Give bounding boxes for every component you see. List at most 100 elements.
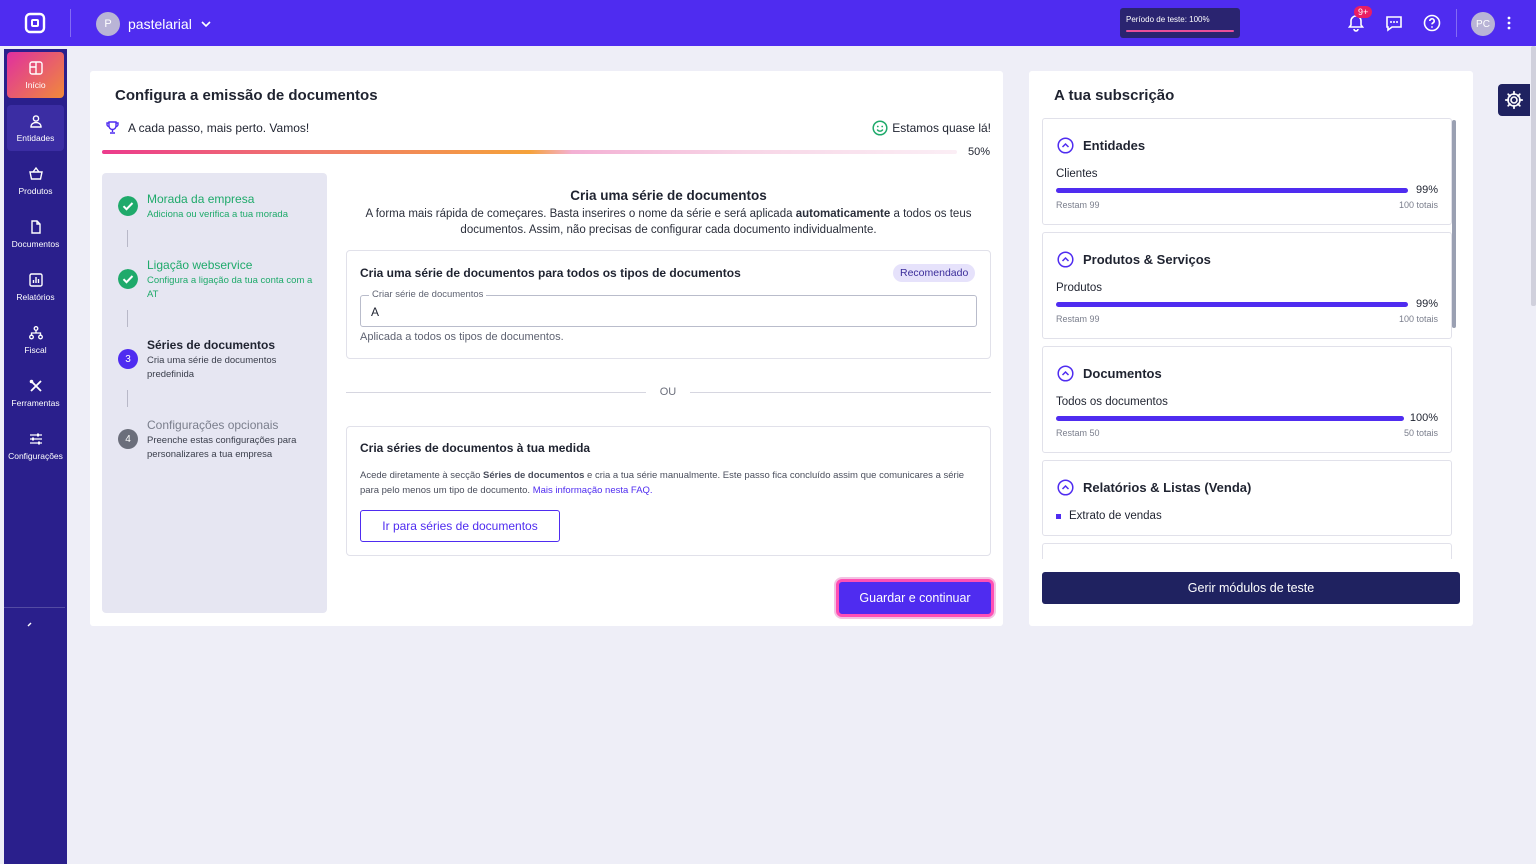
or-separator: OU — [659, 386, 677, 398]
trial-label: Período de teste: 100% — [1126, 15, 1210, 24]
usage-bar — [1056, 302, 1408, 307]
sidebar-item-label: Ferramentas — [11, 398, 60, 408]
chevron-up-circle-icon — [1057, 137, 1074, 154]
usage-item: Extrato de vendas — [1069, 510, 1162, 522]
smile-icon — [872, 120, 888, 136]
series-name-field: Criar série de documentos — [360, 289, 977, 327]
usage-total: 50 totais — [1403, 428, 1438, 438]
settings-fab[interactable] — [1498, 84, 1530, 116]
app-logo-icon[interactable] — [24, 12, 46, 34]
module-card-relatorios: Relatórios & Listas (Venda) Extrato de v… — [1042, 460, 1452, 536]
module-header[interactable]: Entidades — [1057, 137, 1145, 154]
sidebar-item-entidades[interactable]: Entidades — [7, 105, 64, 151]
recommended-badge: Recomendado — [893, 264, 976, 282]
subscription-scrollbar[interactable] — [1452, 120, 1456, 328]
tools-icon — [29, 379, 42, 392]
sidebar-item-produtos[interactable]: Produtos — [7, 158, 64, 204]
usage-bar — [1056, 416, 1404, 421]
sidebar-item-relatorios[interactable]: Relatórios — [7, 264, 64, 310]
list-item: Extrato de vendas — [1056, 510, 1162, 522]
module-card-produtos: Produtos & Serviços Produtos 99% Restam … — [1042, 232, 1452, 339]
usage-remaining: Restam 99 — [1056, 200, 1100, 210]
desc-part: Acede diretamente à secção — [360, 470, 484, 481]
step-title: Ligação webservice — [147, 258, 253, 272]
step-number: 3 — [118, 349, 138, 369]
collapse-icon[interactable] — [26, 621, 34, 629]
field-label: Criar série de documentos — [369, 289, 487, 300]
usage-total: 100 totais — [1398, 200, 1438, 210]
box-description: Acede diretamente à secção Séries de doc… — [360, 468, 975, 498]
chat-icon[interactable] — [1384, 13, 1404, 33]
account-avatar: P — [96, 12, 120, 36]
account-switcher[interactable]: P pastelarial — [96, 12, 212, 36]
almost-there-text: Estamos quase lá! — [892, 121, 991, 135]
usage-item: Todos os documentos — [1056, 396, 1168, 408]
check-circle-icon — [118, 269, 138, 289]
usage-percent: 99% — [1415, 298, 1438, 310]
check-circle-icon — [118, 196, 138, 216]
usage-bar — [1056, 188, 1408, 193]
more-vertical-icon[interactable] — [1504, 14, 1514, 32]
sidebar-item-inicio[interactable]: Início — [7, 52, 64, 98]
divider — [690, 392, 991, 393]
usage-remaining: Restam 50 — [1056, 428, 1100, 438]
divider — [346, 392, 646, 393]
sidebar-item-ferramentas[interactable]: Ferramentas — [7, 370, 64, 416]
usage-percent: 100% — [1409, 412, 1438, 424]
top-bar: P pastelarial Período de teste: 100% 9+ … — [0, 0, 1536, 46]
trial-progress-bar — [1126, 30, 1234, 32]
save-continue-button[interactable]: Guardar e continuar — [836, 579, 994, 617]
account-name: pastelarial — [128, 16, 192, 32]
person-icon — [29, 115, 42, 128]
module-card-documentos: Documentos Todos os documentos 100% Rest… — [1042, 346, 1452, 453]
faq-link[interactable]: Mais informação nesta FAQ. — [533, 485, 653, 496]
network-icon — [28, 326, 43, 340]
step-connector — [127, 390, 128, 407]
sidebar-item-label: Fiscal — [24, 345, 47, 355]
motto-text: A cada passo, mais perto. Vamos! — [128, 121, 310, 135]
chart-icon — [28, 273, 43, 287]
user-avatar[interactable]: PC — [1471, 12, 1495, 36]
subscription-title: A tua subscrição — [1054, 87, 1175, 104]
notification-badge: 9+ — [1354, 6, 1373, 18]
module-header[interactable]: Documentos — [1057, 365, 1162, 382]
home-icon — [28, 61, 43, 75]
sidebar-item-label: Documentos — [11, 239, 60, 249]
go-to-series-button[interactable]: Ir para séries de documentos — [360, 510, 560, 542]
desc-bold: Séries de documentos — [483, 470, 585, 481]
module-header[interactable]: Produtos & Serviços — [1057, 251, 1211, 268]
module-name: Relatórios & Listas (Venda) — [1083, 480, 1252, 495]
trial-period-indicator[interactable]: Período de teste: 100% — [1120, 8, 1240, 38]
step-title: Séries de documentos — [147, 338, 276, 352]
chevron-down-icon — [201, 21, 211, 28]
sliders-icon — [29, 433, 42, 445]
section-description: A forma mais rápida de começares. Basta … — [346, 206, 991, 238]
divider — [70, 9, 71, 37]
sidebar-item-label: Produtos — [18, 186, 53, 196]
usage-item: Clientes — [1056, 168, 1098, 180]
module-name: Entidades — [1083, 138, 1146, 153]
module-card-entidades: Entidades Clientes 99% Restam 99 100 tot… — [1042, 118, 1452, 225]
sidebar-item-configuracoes[interactable]: Configurações — [7, 423, 64, 469]
bullet — [1056, 513, 1061, 519]
series-name-input[interactable] — [371, 305, 961, 319]
step-title: Configurações opcionais — [147, 418, 279, 432]
step-connector — [127, 310, 128, 327]
sidebar-item-documentos[interactable]: Documentos — [7, 211, 64, 257]
document-icon — [30, 220, 41, 234]
box-title: Cria uma série de documentos para todos … — [360, 266, 741, 280]
box-title: Cria séries de documentos à tua medida — [360, 441, 591, 455]
helper-text: Aplicada a todos os tipos de documentos. — [360, 331, 564, 343]
desc-bold: automaticamente — [795, 208, 891, 220]
page-title: Configura a emissão de documentos — [115, 87, 378, 104]
module-header[interactable]: Relatórios & Listas (Venda) — [1057, 479, 1251, 496]
sidebar-item-fiscal[interactable]: Fiscal — [7, 317, 64, 363]
basket-icon — [28, 166, 43, 180]
module-name: Produtos & Serviços — [1083, 252, 1211, 267]
subscription-list[interactable]: Entidades Clientes 99% Restam 99 100 tot… — [1042, 118, 1460, 559]
page-scrollbar[interactable] — [1531, 46, 1536, 306]
steps-panel: Morada da empresa Adiciona ou verifica a… — [102, 173, 327, 613]
help-icon[interactable] — [1422, 13, 1442, 33]
usage-percent: 99% — [1415, 184, 1438, 196]
manage-test-modules-button[interactable]: Gerir módulos de teste — [1042, 572, 1460, 604]
